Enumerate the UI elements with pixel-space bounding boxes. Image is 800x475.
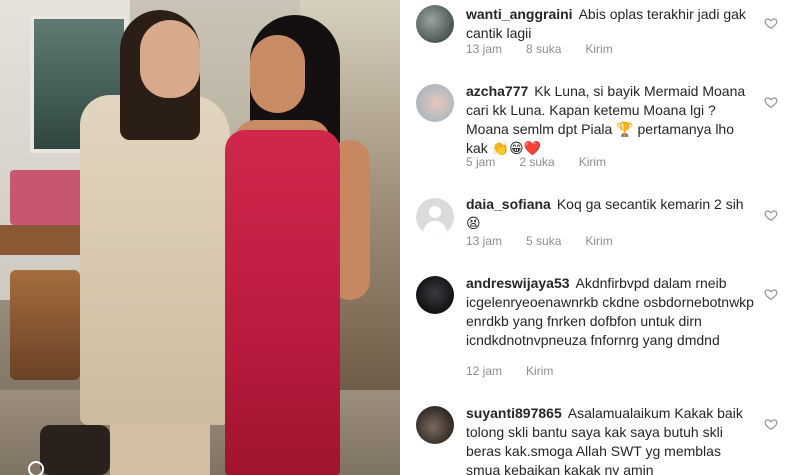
comment-time: 13 jam <box>466 234 503 248</box>
comment-body: daia_sofiana Koq ga secantik kemarin 2 si… <box>466 195 756 233</box>
default-avatar-head <box>429 206 441 218</box>
avatar[interactable] <box>416 198 454 236</box>
comment-meta: 13 jam 8 suka Kirim <box>466 42 637 56</box>
avatar[interactable] <box>416 5 454 43</box>
woman-right-red-dress <box>225 130 340 475</box>
comment-username[interactable]: azcha777 <box>466 83 528 99</box>
woman-right-face <box>250 35 305 113</box>
heart-outline-icon[interactable] <box>764 208 778 222</box>
avatar[interactable] <box>416 406 454 444</box>
reply-button[interactable]: Kirim <box>585 42 612 56</box>
reply-button[interactable]: Kirim <box>579 155 606 169</box>
default-avatar-body <box>423 221 447 236</box>
post-photo <box>0 0 400 475</box>
heart-outline-icon[interactable] <box>764 417 778 431</box>
heart-outline-icon[interactable] <box>764 287 778 301</box>
comment-time: 12 jam <box>466 364 503 378</box>
comment-username[interactable]: daia_sofiana <box>466 196 551 212</box>
woman-left-boot <box>40 425 110 475</box>
instagram-corner-icon <box>28 461 44 475</box>
heart-outline-icon[interactable] <box>764 95 778 109</box>
comment-likes[interactable]: 5 suka <box>526 234 561 248</box>
comment-body: azcha777 Kk Luna, si bayik Mermaid Moana … <box>466 82 756 158</box>
comment-time: 5 jam <box>466 155 496 169</box>
heart-outline-icon[interactable] <box>764 16 778 30</box>
comment-likes[interactable]: 2 suka <box>519 155 554 169</box>
avatar[interactable] <box>416 276 454 314</box>
comment-username[interactable]: wanti_anggraini <box>466 6 573 22</box>
comment-meta: 12 jam Kirim <box>466 364 577 378</box>
woman-left-blazer <box>80 95 230 425</box>
background-chair <box>10 270 80 380</box>
comment-time: 13 jam <box>466 42 503 56</box>
woman-left-legs <box>110 420 210 475</box>
comment-meta: 5 jam 2 suka Kirim <box>466 155 630 169</box>
comments-panel: wanti_anggraini Abis oplas terakhir jadi … <box>400 0 800 475</box>
reply-button[interactable]: Kirim <box>526 364 553 378</box>
avatar[interactable] <box>416 84 454 122</box>
comment-username[interactable]: andreswijaya53 <box>466 275 570 291</box>
comment-meta: 13 jam 5 suka Kirim <box>466 234 637 248</box>
comment-body: wanti_anggraini Abis oplas terakhir jadi … <box>466 5 756 43</box>
comment-body: suyanti897865 Asalamualaikum Kakak baik t… <box>466 404 756 475</box>
comment-likes[interactable]: 8 suka <box>526 42 561 56</box>
comment-body: andreswijaya53 Akdnfirbvpd dalam rneib ic… <box>466 274 756 350</box>
reply-button[interactable]: Kirim <box>585 234 612 248</box>
comment-username[interactable]: suyanti897865 <box>466 405 562 421</box>
woman-left-face <box>140 20 200 98</box>
